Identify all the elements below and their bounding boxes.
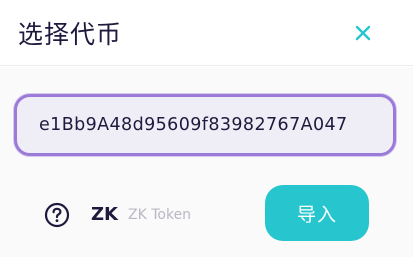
close-button[interactable] [343, 13, 383, 53]
token-result-row: ZK ZK Token 导入 [0, 185, 413, 243]
select-token-dialog: 选择代币 ZK ZK Token 导入 [0, 0, 413, 257]
token-symbol: ZK [91, 204, 118, 225]
token-name: ZK Token [128, 207, 192, 223]
close-icon [355, 25, 371, 40]
question-circle-icon [44, 202, 70, 228]
import-button[interactable]: 导入 [265, 185, 369, 241]
address-field-wrapper [14, 94, 396, 156]
dialog-body: ZK ZK Token 导入 [0, 67, 413, 257]
token-address-input[interactable] [17, 97, 393, 153]
dialog-title: 选择代币 [18, 19, 123, 49]
dialog-header: 选择代币 [0, 0, 413, 66]
